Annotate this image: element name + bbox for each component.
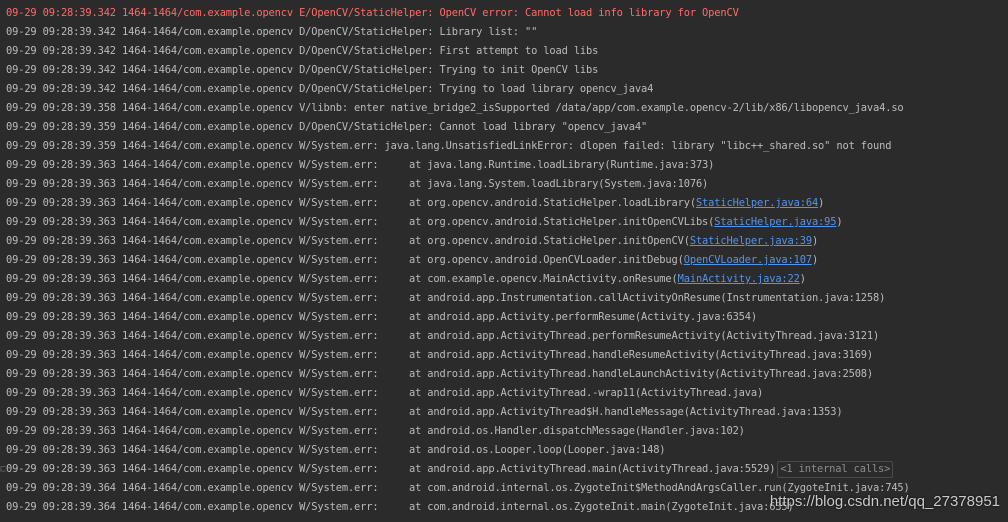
log-line[interactable]: 09-29 09:28:39.363 1464-1464/com.example… [6,422,745,441]
log-line-text: 09-29 09:28:39.363 1464-1464/com.example… [6,387,764,399]
log-line-text: 09-29 09:28:39.363 1464-1464/com.example… [6,235,690,247]
log-line-tail: ) [811,235,819,247]
log-line[interactable]: 09-29 09:28:39.363 1464-1464/com.example… [6,308,757,327]
log-line-text: 09-29 09:28:39.363 1464-1464/com.example… [6,197,696,209]
log-line[interactable]: 09-29 09:28:39.363 1464-1464/com.example… [6,384,763,403]
log-line-text: 09-29 09:28:39.342 1464-1464/com.example… [6,7,739,19]
log-line[interactable]: 09-29 09:28:39.363 1464-1464/com.example… [6,270,806,289]
logcat-output[interactable]: 09-29 09:28:39.342 1464-1464/com.example… [0,0,1008,522]
log-line-text: 09-29 09:28:39.359 1464-1464/com.example… [6,140,892,152]
log-line-tail: ) [836,216,843,228]
log-line-text: 09-29 09:28:39.364 1464-1464/com.example… [6,501,794,513]
log-line-text: 09-29 09:28:39.363 1464-1464/com.example… [6,425,745,437]
log-line[interactable]: 09-29 09:28:39.363 1464-1464/com.example… [6,460,894,479]
log-line-text: 09-29 09:28:39.363 1464-1464/com.example… [6,273,678,285]
log-line[interactable]: 09-29 09:28:39.363 1464-1464/com.example… [6,156,714,175]
log-line-tail: ) [818,197,825,209]
source-link[interactable]: MainActivity.java:22 [678,273,800,285]
log-line[interactable]: 09-29 09:28:39.363 1464-1464/com.example… [6,346,873,365]
log-line-text: 09-29 09:28:39.342 1464-1464/com.example… [6,83,654,95]
source-link[interactable]: StaticHelper.java:64 [696,197,818,209]
log-line-text: 09-29 09:28:39.363 1464-1464/com.example… [6,463,776,475]
log-line-text: 09-29 09:28:39.363 1464-1464/com.example… [6,254,684,266]
folded-calls-toggle[interactable]: <1 internal calls> [777,461,894,478]
log-line[interactable]: 09-29 09:28:39.342 1464-1464/com.example… [6,23,537,42]
log-line-text: 09-29 09:28:39.358 1464-1464/com.example… [6,102,904,114]
source-link[interactable]: OpenCVLoader.java:107 [684,254,812,266]
log-line[interactable]: 09-29 09:28:39.363 1464-1464/com.example… [6,289,885,308]
log-line-text: 09-29 09:28:39.363 1464-1464/com.example… [6,216,715,228]
source-link[interactable]: StaticHelper.java:39 [690,235,812,247]
log-line-tail: ) [799,273,806,285]
log-line[interactable]: 09-29 09:28:39.358 1464-1464/com.example… [6,99,904,118]
log-line-text: 09-29 09:28:39.363 1464-1464/com.example… [6,406,843,418]
log-line-text: 09-29 09:28:39.363 1464-1464/com.example… [6,368,874,380]
log-line-text: 09-29 09:28:39.342 1464-1464/com.example… [6,45,599,57]
log-line-text: 09-29 09:28:39.363 1464-1464/com.example… [6,292,886,304]
watermark: https://blog.csdn.net/qq_27378951 [769,493,1000,510]
source-link[interactable]: StaticHelper.java:95 [714,216,836,228]
log-line-text: 09-29 09:28:39.342 1464-1464/com.example… [6,64,599,76]
log-line[interactable]: 09-29 09:28:39.363 1464-1464/com.example… [6,213,843,232]
log-line[interactable]: 09-29 09:28:39.359 1464-1464/com.example… [6,137,891,156]
log-line-tail: ) [811,254,819,266]
log-line[interactable]: 09-29 09:28:39.342 1464-1464/com.example… [6,80,653,99]
log-line-text: 09-29 09:28:39.363 1464-1464/com.example… [6,178,709,190]
log-line[interactable]: 09-29 09:28:39.342 1464-1464/com.example… [6,61,598,80]
log-line-text: 09-29 09:28:39.359 1464-1464/com.example… [6,121,648,133]
log-line[interactable]: 09-29 09:28:39.363 1464-1464/com.example… [6,175,708,194]
log-line-text: 09-29 09:28:39.342 1464-1464/com.example… [6,26,538,38]
log-line-text: 09-29 09:28:39.363 1464-1464/com.example… [6,159,715,171]
log-line[interactable]: 09-29 09:28:39.342 1464-1464/com.example… [6,42,598,61]
log-line[interactable]: 09-29 09:28:39.363 1464-1464/com.example… [6,251,818,270]
log-line-text: 09-29 09:28:39.363 1464-1464/com.example… [6,330,880,342]
log-line[interactable]: 09-29 09:28:39.363 1464-1464/com.example… [6,403,843,422]
log-line[interactable]: 09-29 09:28:39.363 1464-1464/com.example… [6,365,873,384]
log-line[interactable]: 09-29 09:28:39.363 1464-1464/com.example… [6,232,818,251]
log-line[interactable]: 09-29 09:28:39.363 1464-1464/com.example… [6,441,666,460]
log-line[interactable]: 09-29 09:28:39.342 1464-1464/com.example… [6,4,739,23]
log-line[interactable]: 09-29 09:28:39.363 1464-1464/com.example… [6,194,824,213]
log-line[interactable]: 09-29 09:28:39.359 1464-1464/com.example… [6,118,647,137]
log-line-text: 09-29 09:28:39.363 1464-1464/com.example… [6,349,874,361]
log-line-text: 09-29 09:28:39.363 1464-1464/com.example… [6,311,758,323]
log-line-text: 09-29 09:28:39.363 1464-1464/com.example… [6,444,666,456]
log-line[interactable]: 09-29 09:28:39.364 1464-1464/com.example… [6,498,794,517]
log-line[interactable]: 09-29 09:28:39.363 1464-1464/com.example… [6,327,879,346]
